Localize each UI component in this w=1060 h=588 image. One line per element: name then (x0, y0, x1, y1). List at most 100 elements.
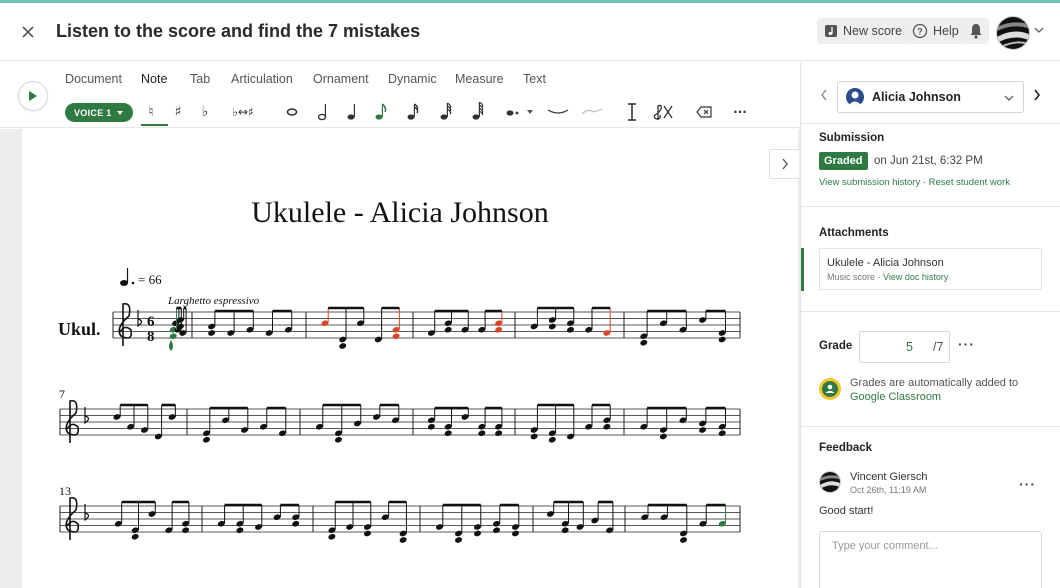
grade-more-icon[interactable]: ··· (958, 336, 975, 352)
notifications-button[interactable] (963, 18, 989, 44)
note-head (492, 527, 501, 534)
grade-sync-note: Grades are automatically added to Google… (850, 376, 1018, 404)
tab-tab[interactable]: Tab (190, 72, 210, 86)
thirty-second-note-icon[interactable] (438, 100, 454, 124)
tab-document[interactable]: Document (65, 72, 122, 86)
help-icon: ? (912, 23, 928, 39)
attachment-card[interactable]: Ukulele - Alicia Johnson Music score · V… (819, 248, 1042, 290)
half-note-icon[interactable] (315, 100, 331, 124)
whole-note-icon[interactable] (284, 100, 300, 124)
note-head (603, 423, 611, 430)
flat-icon[interactable]: ♭ (198, 100, 212, 124)
sixteenth-note-icon[interactable] (405, 100, 421, 124)
tie-icon[interactable] (546, 100, 570, 124)
attachment-type: Music score (827, 272, 876, 282)
enharmonic-icon[interactable]: ♭↔♯ (226, 100, 260, 124)
note-head (202, 436, 211, 443)
grade-sync-text: Grades are automatically added to (850, 377, 1019, 389)
tab-dynamic[interactable]: Dynamic (388, 72, 437, 86)
next-student-icon[interactable] (1033, 89, 1041, 101)
note-head (566, 326, 575, 333)
divider (801, 311, 1060, 312)
note-head (169, 333, 177, 340)
note-head (548, 436, 556, 443)
close-icon (22, 26, 34, 38)
chevron-down-icon (1004, 95, 1014, 101)
avatar-image (997, 17, 1029, 49)
score-toolbar: Document Note Tab Articulation Ornament … (0, 62, 800, 128)
expression-text: Larghetto espressivo (167, 295, 260, 307)
note-head (131, 533, 139, 540)
bell-icon (970, 24, 982, 39)
chevron-right-icon (781, 158, 788, 170)
note-head (679, 537, 688, 543)
cursor-icon[interactable] (625, 100, 639, 124)
sixty-fourth-note-icon[interactable] (470, 100, 486, 124)
note-head (444, 326, 452, 333)
tab-measure[interactable]: Measure (455, 72, 504, 86)
divider (801, 426, 1060, 427)
chevron-down-icon[interactable] (1034, 26, 1044, 34)
eighth-note-icon[interactable] (373, 100, 389, 124)
note-head (392, 333, 400, 340)
note-head (495, 430, 503, 437)
tab-note[interactable]: Note (141, 72, 167, 86)
note-head (640, 339, 648, 346)
measure-number-13: 13 (59, 484, 71, 498)
note-head (334, 436, 343, 443)
grade-input[interactable]: 5 /7 (859, 331, 950, 363)
header: Listen to the score and find the 7 mista… (0, 3, 1060, 61)
tab-text[interactable]: Text (523, 72, 546, 86)
view-submission-history-link[interactable]: View submission history (819, 177, 920, 188)
clef-icon[interactable] (652, 100, 674, 124)
voice-select[interactable]: VOICE 1 (65, 103, 133, 122)
play-button[interactable] (18, 81, 48, 111)
new-score-button[interactable]: New score (817, 18, 910, 44)
note-head (236, 527, 244, 534)
page-title: Listen to the score and find the 7 mista… (56, 21, 421, 41)
previous-student-icon[interactable] (820, 89, 828, 101)
student-avatar (846, 88, 864, 106)
note-head (659, 433, 667, 440)
grade-value: 5 (906, 340, 913, 354)
user-avatar[interactable] (996, 16, 1030, 50)
comment-input[interactable]: Type your comment... (819, 531, 1042, 588)
tab-articulation[interactable]: Articulation (231, 72, 293, 86)
submission-links: View submission history · Reset student … (819, 177, 1010, 188)
natural-icon[interactable]: ♮ (144, 100, 158, 124)
svg-text:?: ? (917, 27, 923, 37)
dotted-note-icon[interactable] (504, 100, 534, 124)
expand-panel-button[interactable] (769, 149, 799, 179)
slur-icon[interactable] (580, 100, 604, 124)
note-head (511, 530, 520, 537)
note-head (561, 527, 569, 534)
google-classroom-link[interactable]: Google Classroom (850, 390, 1018, 404)
attachments-title: Attachments (819, 227, 889, 239)
feedback-time: Oct 26th, 11:19 AM (850, 485, 927, 495)
note-head (182, 527, 190, 534)
help-button[interactable]: ? Help (905, 18, 966, 44)
note-head (454, 537, 463, 543)
note-head (495, 326, 503, 333)
view-doc-history-link[interactable]: View doc history (883, 272, 948, 282)
google-classroom-icon (819, 378, 841, 400)
grade-label: Grade (819, 340, 853, 352)
feedback-more-icon[interactable]: ··· (1019, 476, 1036, 492)
more-icon[interactable]: ··· (731, 100, 749, 124)
sharp-icon[interactable]: ♯ (171, 100, 185, 124)
note-head (292, 520, 300, 527)
note-head (208, 330, 216, 336)
delete-icon[interactable] (695, 100, 713, 124)
quarter-note-icon[interactable] (344, 100, 360, 124)
score-notation[interactable]: = 66 Larghetto espressivo Ukul. 6 8 7 13 (0, 129, 800, 588)
note-head (548, 323, 556, 330)
grading-panel: Alicia Johnson Submission Graded on Jun … (800, 62, 1060, 588)
reset-student-work-link[interactable]: Reset student work (929, 177, 1010, 188)
student-select[interactable]: Alicia Johnson (837, 81, 1024, 113)
note-head (478, 430, 486, 437)
close-button[interactable] (15, 19, 41, 45)
attachment-name: Ukulele - Alicia Johnson (827, 257, 944, 269)
tempo-marking: = 66 (120, 268, 162, 287)
student-name: Alicia Johnson (872, 90, 961, 104)
tab-ornament[interactable]: Ornament (313, 72, 369, 86)
